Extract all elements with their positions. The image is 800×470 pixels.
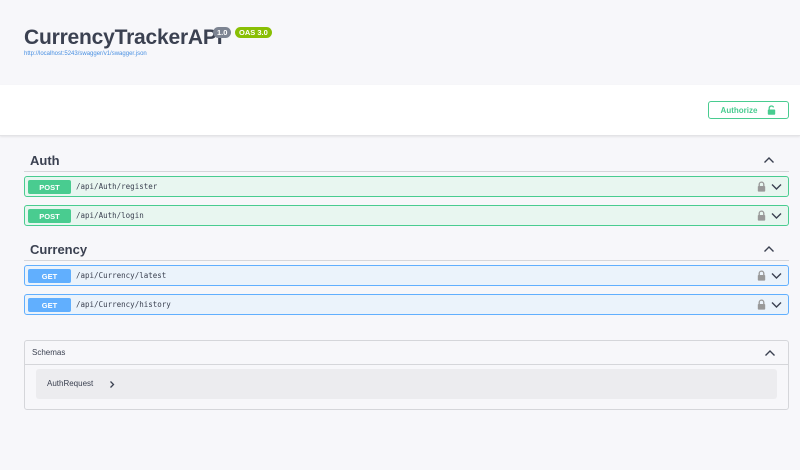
chevron-down-icon[interactable] bbox=[771, 211, 782, 220]
tag-auth[interactable]: Auth bbox=[24, 148, 789, 172]
method-badge: POST bbox=[28, 180, 71, 194]
operation-path: /api/Currency/history bbox=[76, 300, 171, 309]
tag-title-auth: Auth bbox=[30, 153, 60, 168]
chevron-up-icon[interactable] bbox=[763, 244, 775, 254]
chevron-up-icon[interactable] bbox=[764, 348, 776, 358]
oas-badge: OAS 3.0 bbox=[235, 27, 272, 38]
operation-path: /api/Auth/login bbox=[76, 211, 144, 220]
schemas-title: Schemas bbox=[32, 348, 66, 357]
operation-path: /api/Auth/register bbox=[76, 182, 158, 191]
schemas-header[interactable]: Schemas bbox=[25, 341, 788, 365]
operation-post-auth-login[interactable]: POST /api/Auth/login bbox=[24, 205, 789, 226]
chevron-right-icon[interactable] bbox=[109, 380, 115, 389]
schema-item-authrequest[interactable]: AuthRequest bbox=[36, 369, 777, 399]
authorize-label: Authorize bbox=[720, 105, 758, 115]
lock-icon[interactable] bbox=[757, 270, 766, 281]
chevron-down-icon[interactable] bbox=[771, 300, 782, 309]
schemas-section: Schemas AuthRequest bbox=[24, 340, 789, 410]
info-section: CurrencyTrackerAPI 1.0 OAS 3.0 http://lo… bbox=[0, 0, 800, 85]
tag-currency[interactable]: Currency bbox=[24, 237, 789, 261]
chevron-down-icon[interactable] bbox=[771, 182, 782, 191]
lock-icon[interactable] bbox=[757, 299, 766, 310]
schema-name: AuthRequest bbox=[47, 379, 94, 388]
lock-icon[interactable] bbox=[757, 181, 766, 192]
lock-icon[interactable] bbox=[757, 210, 766, 221]
chevron-down-icon[interactable] bbox=[771, 271, 782, 280]
operation-get-currency-latest[interactable]: GET /api/Currency/latest bbox=[24, 265, 789, 286]
scheme-container bbox=[0, 85, 800, 136]
method-badge: GET bbox=[28, 269, 71, 283]
unlocked-icon bbox=[768, 105, 776, 115]
method-badge: POST bbox=[28, 209, 71, 223]
api-title: CurrencyTrackerAPI bbox=[24, 26, 223, 49]
operation-get-currency-history[interactable]: GET /api/Currency/history bbox=[24, 294, 789, 315]
method-badge: GET bbox=[28, 298, 71, 312]
operation-post-auth-register[interactable]: POST /api/Auth/register bbox=[24, 176, 789, 197]
tag-title-currency: Currency bbox=[30, 242, 88, 257]
version-badge: 1.0 bbox=[213, 27, 232, 38]
spec-url-link[interactable]: http://localhost:5243/swagger/v1/swagger… bbox=[24, 51, 147, 57]
operation-path: /api/Currency/latest bbox=[76, 271, 167, 280]
chevron-up-icon[interactable] bbox=[763, 155, 775, 165]
authorize-button[interactable]: Authorize bbox=[708, 101, 789, 119]
